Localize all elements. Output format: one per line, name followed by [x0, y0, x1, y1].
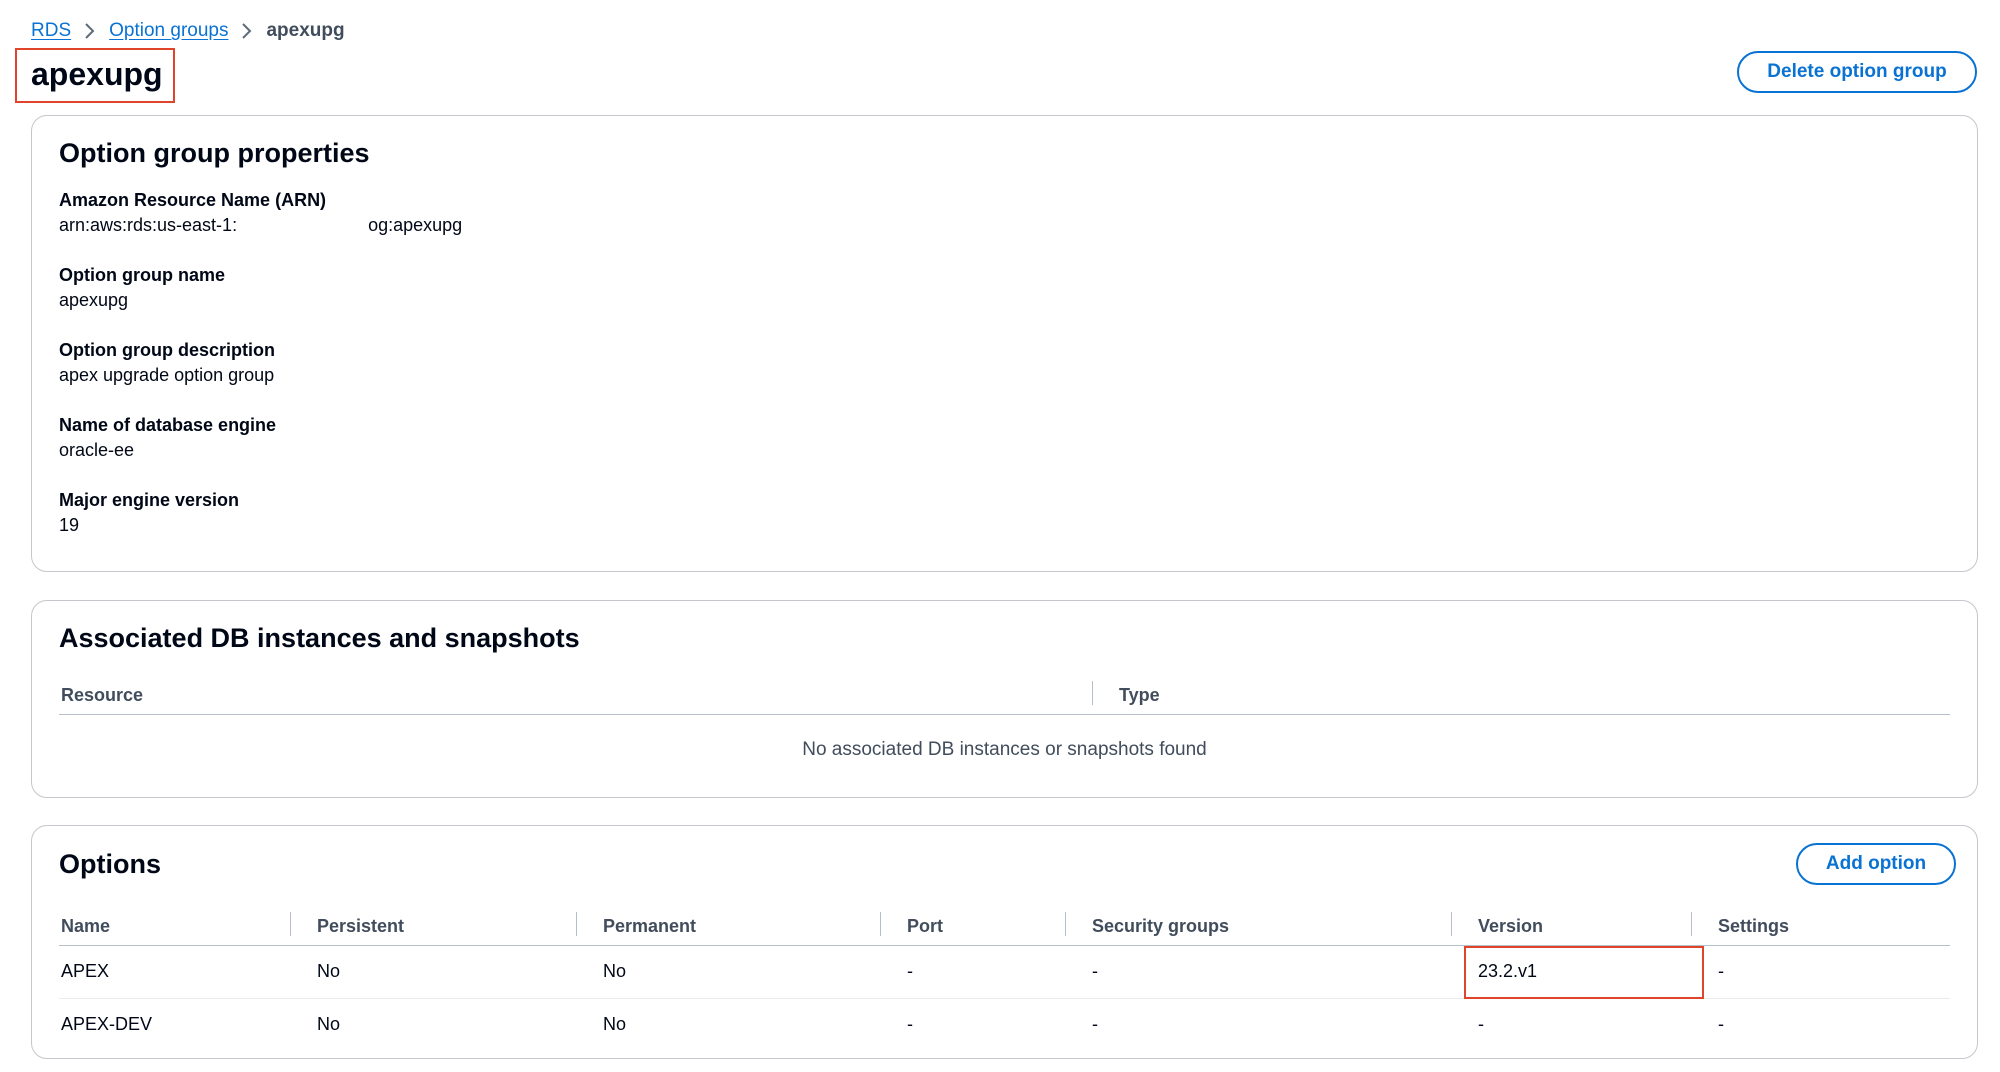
option-group-description-field: Option group description apex upgrade op…: [59, 338, 275, 388]
cell-persistent: No: [317, 1014, 341, 1034]
column-divider[interactable]: [1691, 912, 1692, 936]
cell-security-groups: -: [1092, 1014, 1098, 1034]
breadcrumb-link-option-groups[interactable]: Option groups: [109, 20, 228, 42]
column-divider[interactable]: [1451, 912, 1452, 936]
arn-value-suffix: og:apexupg: [368, 215, 463, 235]
arn-field: Amazon Resource Name (ARN) arn:aws:rds:u…: [59, 188, 462, 238]
cell-permanent: No: [603, 1014, 627, 1034]
column-header-port[interactable]: Port: [907, 916, 943, 937]
panel-heading: Option group properties: [59, 138, 370, 168]
delete-option-group-button[interactable]: Delete option group: [1737, 51, 1977, 93]
column-divider[interactable]: [576, 912, 577, 936]
cell-name: APEX-DEV: [61, 1014, 153, 1034]
field-label: Amazon Resource Name (ARN): [59, 190, 327, 210]
breadcrumb-current: apexupg: [266, 20, 345, 41]
empty-state-message: No associated DB instances or snapshots …: [802, 739, 1207, 760]
column-header-security-groups[interactable]: Security groups: [1092, 916, 1229, 937]
column-header-persistent[interactable]: Persistent: [317, 916, 404, 937]
column-header-name[interactable]: Name: [61, 916, 110, 937]
panel-heading: Associated DB instances and snapshots: [59, 623, 580, 653]
panel-heading: Options: [59, 849, 161, 879]
field-value: apex upgrade option group: [59, 365, 275, 385]
field-value: apexupg: [59, 290, 129, 310]
add-option-button[interactable]: Add option: [1796, 843, 1956, 885]
column-header-resource[interactable]: Resource: [61, 685, 143, 706]
cell-permanent: No: [603, 961, 627, 981]
option-group-name-field: Option group name apexupg: [59, 263, 225, 313]
field-value: 19: [59, 515, 80, 535]
field-label: Name of database engine: [59, 415, 277, 435]
column-divider[interactable]: [880, 912, 881, 936]
table-header: Resource Type: [59, 675, 1950, 715]
field-value: oracle-ee: [59, 440, 135, 460]
chevron-right-icon: [240, 21, 254, 41]
table-row: APEX-DEV No No - - - -: [59, 999, 1950, 1052]
chevron-right-icon: [83, 21, 97, 41]
field-label: Option group description: [59, 340, 275, 360]
arn-value: arn:aws:rds:us-east-1: og:apexupg: [59, 212, 462, 238]
options-panel: Options Add option Name Persistent Perma…: [31, 825, 1978, 1059]
database-engine-field: Name of database engine oracle-ee: [59, 413, 276, 463]
arn-value-prefix: arn:aws:rds:us-east-1:: [59, 215, 238, 235]
column-header-settings[interactable]: Settings: [1718, 916, 1789, 937]
cell-version: -: [1478, 1014, 1484, 1034]
page: RDS Option groups apexupg apexupg Delete…: [0, 0, 2000, 1072]
table-header: Name Persistent Permanent Port Security …: [59, 906, 1950, 946]
cell-settings: -: [1718, 961, 1724, 981]
cell-persistent: No: [317, 961, 341, 981]
cell-port: -: [907, 961, 913, 981]
field-label: Major engine version: [59, 490, 240, 510]
title-highlight-box: [15, 48, 175, 103]
field-label: Option group name: [59, 265, 225, 285]
column-divider[interactable]: [290, 912, 291, 936]
cell-settings: -: [1718, 1014, 1724, 1034]
breadcrumb: RDS Option groups apexupg: [31, 18, 345, 44]
column-divider[interactable]: [1065, 912, 1066, 936]
column-header-permanent[interactable]: Permanent: [603, 916, 696, 937]
cell-name: APEX: [61, 961, 110, 981]
associated-instances-panel: Associated DB instances and snapshots Re…: [31, 600, 1978, 798]
cell-security-groups: -: [1092, 961, 1098, 981]
version-highlight-box: [1464, 946, 1704, 999]
option-group-properties-panel: Option group properties Amazon Resource …: [31, 115, 1978, 572]
breadcrumb-link-rds[interactable]: RDS: [31, 20, 71, 42]
column-header-type[interactable]: Type: [1119, 685, 1160, 706]
column-header-version[interactable]: Version: [1478, 916, 1543, 937]
major-engine-version-field: Major engine version 19: [59, 488, 239, 538]
column-divider[interactable]: [1092, 681, 1093, 705]
cell-port: -: [907, 1014, 913, 1034]
